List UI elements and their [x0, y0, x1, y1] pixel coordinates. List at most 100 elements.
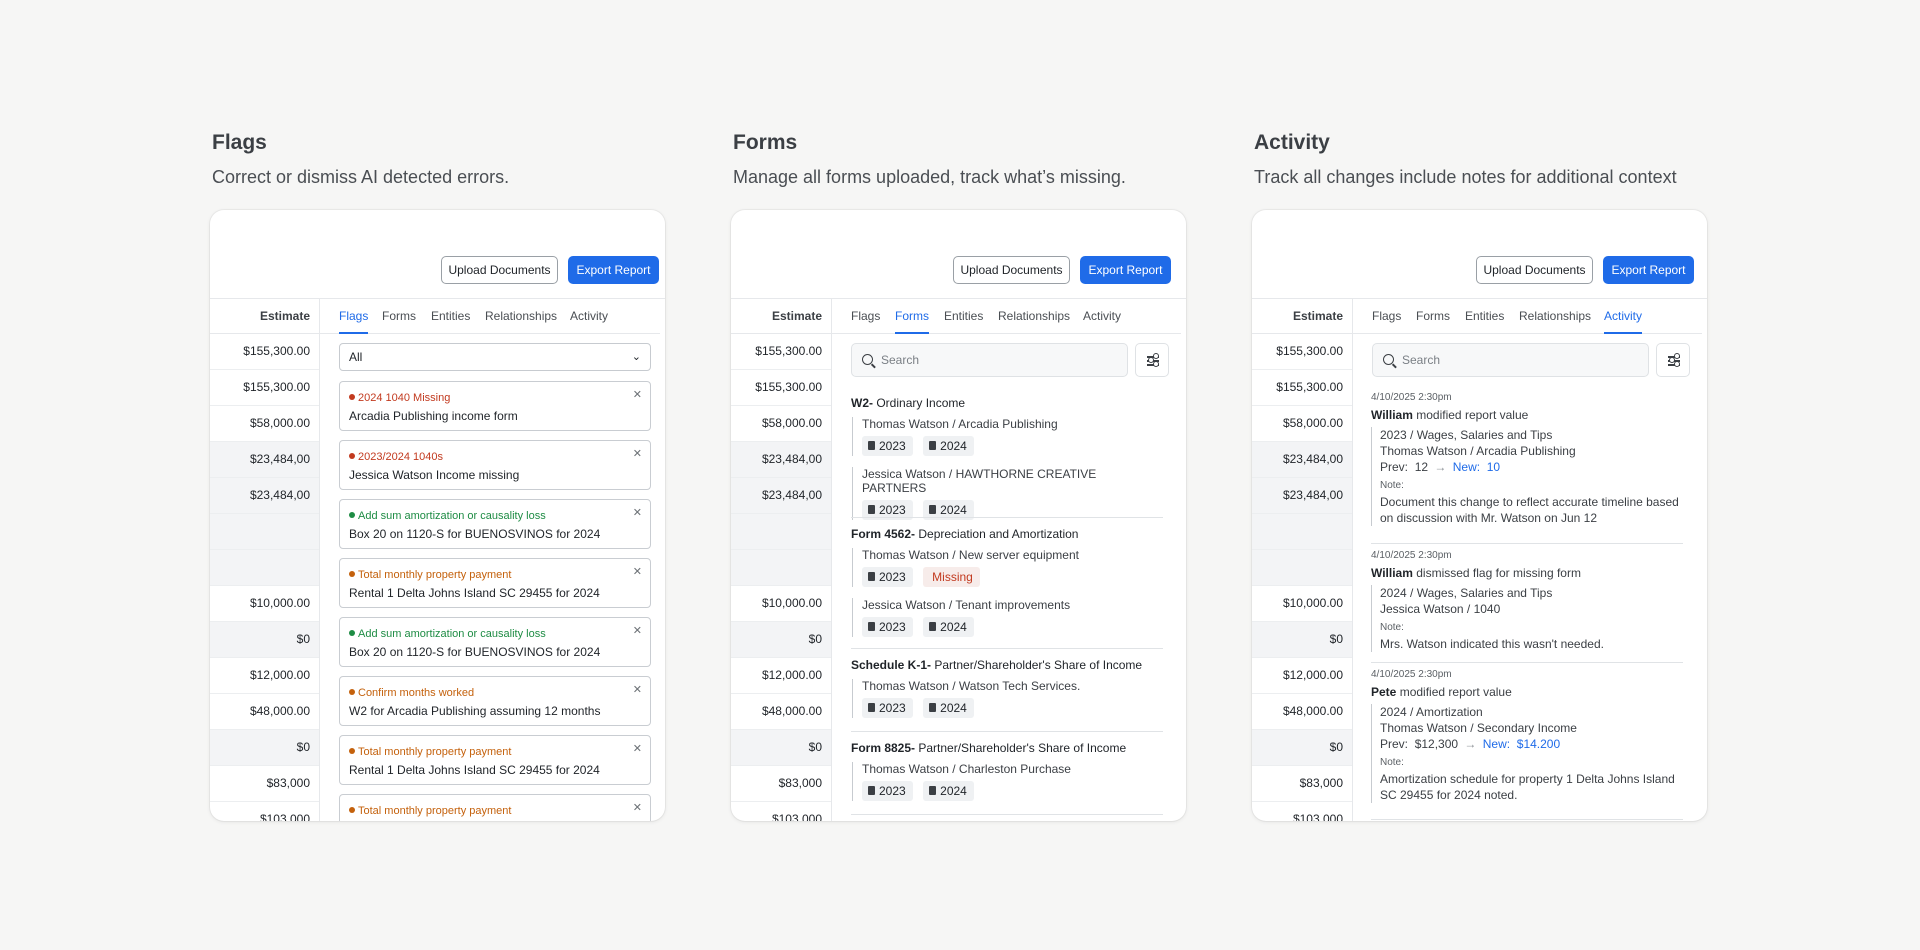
value-change: Prev: 12 → New: 10: [1380, 460, 1501, 474]
year-chip[interactable]: 2023: [862, 436, 913, 456]
estimate-header: Estimate: [731, 299, 831, 334]
form-entry[interactable]: Thomas Watson / Watson Tech Services. 20…: [852, 679, 1163, 718]
note-text: Amortization schedule for property 1 Del…: [1380, 772, 1675, 802]
top-bar: Upload Documents Export Report: [731, 210, 1186, 299]
year-chip[interactable]: 2023: [862, 567, 913, 587]
estimate-cell: [1252, 550, 1352, 586]
estimate-column: Estimate $155,300.00 $155,300.00 $58,000…: [1252, 299, 1353, 821]
close-icon[interactable]: ✕: [633, 742, 642, 755]
flag-description: Box 20 on 1120-S for BUENOSVINOS for 202…: [349, 527, 601, 541]
close-icon[interactable]: ✕: [633, 447, 642, 460]
flag-description: Jessica Watson Income missing: [349, 468, 520, 482]
flag-card[interactable]: 2024 1040 Missing Arcadia Publishing inc…: [339, 381, 651, 431]
note-label: Note:: [1380, 480, 1404, 491]
year-chip[interactable]: 2024: [923, 698, 974, 718]
estimate-cell: $0: [731, 730, 831, 766]
tab-flags[interactable]: Flags: [339, 299, 369, 334]
form-code: Form 4562-: [851, 527, 916, 541]
year-chip[interactable]: 2024: [923, 781, 974, 801]
chevron-down-icon: ⌄: [631, 351, 641, 363]
form-entry[interactable]: Thomas Watson / New server equipment 202…: [852, 548, 1163, 587]
tab-entities[interactable]: Entities: [944, 299, 983, 334]
form-entry-owner: Jessica Watson / HAWTHORNE CREATIVE PART…: [862, 467, 1097, 495]
form-entry[interactable]: Jessica Watson / HAWTHORNE CREATIVE PART…: [852, 467, 1163, 520]
flag-filter-select[interactable]: All ⌄: [339, 343, 651, 371]
document-icon: [868, 622, 875, 631]
flag-card[interactable]: Total monthly property payment ✕: [339, 794, 651, 821]
flag-description: Arcadia Publishing income form: [349, 409, 518, 423]
export-report-button[interactable]: Export Report: [1603, 256, 1694, 284]
document-icon: [929, 441, 937, 450]
activity-entry[interactable]: 4/10/2025 2:30pm William dismissed flag …: [1371, 550, 1683, 652]
year-chip[interactable]: 2023: [862, 617, 913, 637]
divider: [1371, 662, 1683, 663]
close-icon[interactable]: ✕: [633, 565, 642, 578]
upload-documents-button[interactable]: Upload Documents: [953, 256, 1070, 284]
flag-card[interactable]: Add sum amortization or causality loss B…: [339, 617, 651, 667]
close-icon[interactable]: ✕: [633, 624, 642, 637]
tab-relationships[interactable]: Relationships: [998, 299, 1070, 334]
tab-activity[interactable]: Activity: [570, 299, 608, 334]
tab-relationships[interactable]: Relationships: [485, 299, 557, 334]
flag-card[interactable]: Confirm months worked W2 for Arcadia Pub…: [339, 676, 651, 726]
year-chip[interactable]: 2024: [923, 436, 974, 456]
estimate-cell: [1252, 514, 1352, 550]
divider: [1371, 543, 1683, 544]
close-icon[interactable]: ✕: [633, 388, 642, 401]
activity-entry[interactable]: 4/10/2025 2:30pm William modified report…: [1371, 392, 1683, 526]
close-icon[interactable]: ✕: [633, 683, 642, 696]
search-input[interactable]: Search: [851, 343, 1128, 377]
form-group: Form 8825- Partner/Shareholder's Share o…: [851, 741, 1163, 801]
prev-value: 12: [1414, 460, 1429, 474]
tab-flags[interactable]: Flags: [851, 299, 880, 334]
close-icon[interactable]: ✕: [633, 801, 642, 814]
filter-button[interactable]: [1656, 343, 1690, 377]
tab-entities[interactable]: Entities: [431, 299, 470, 334]
estimate-cell: $58,000.00: [210, 406, 319, 442]
year-chip[interactable]: 2023: [862, 781, 913, 801]
estimate-cell: $12,000.00: [210, 658, 319, 694]
tab-flags[interactable]: Flags: [1372, 299, 1401, 334]
search-input[interactable]: Search: [1372, 343, 1649, 377]
flag-card[interactable]: 2023/2024 1040s Jessica Watson Income mi…: [339, 440, 651, 490]
form-entry[interactable]: Jessica Watson / Tenant improvements 202…: [852, 598, 1163, 637]
tab-forms[interactable]: Forms: [1416, 299, 1450, 334]
document-icon: [929, 703, 937, 712]
missing-badge[interactable]: Missing: [923, 567, 980, 587]
form-group: Form 4562- Depreciation and Amortization…: [851, 527, 1163, 637]
year-chip[interactable]: 2024: [923, 617, 974, 637]
form-entry[interactable]: Thomas Watson / Arcadia Publishing 2023 …: [852, 417, 1163, 456]
form-name: Depreciation and Amortization: [918, 527, 1079, 541]
filter-button[interactable]: [1135, 343, 1169, 377]
tab-forms[interactable]: Forms: [895, 299, 929, 334]
estimate-header: Estimate: [210, 299, 319, 334]
flag-card[interactable]: Total monthly property payment Rental 1 …: [339, 735, 651, 785]
export-report-button[interactable]: Export Report: [568, 256, 659, 284]
form-entry[interactable]: Thomas Watson / Charleston Purchase 2023…: [852, 762, 1163, 801]
note-text: Mrs. Watson indicated this wasn't needed…: [1380, 637, 1604, 651]
export-report-button[interactable]: Export Report: [1080, 256, 1171, 284]
upload-documents-button[interactable]: Upload Documents: [441, 256, 558, 284]
flag-title: 2024 1040 Missing: [358, 392, 451, 404]
search-placeholder: Search: [1402, 353, 1441, 367]
new-value: $14.200: [1516, 737, 1561, 751]
tab-entities[interactable]: Entities: [1465, 299, 1504, 334]
year-chip[interactable]: 2023: [862, 698, 913, 718]
timestamp: 4/10/2025 2:30pm: [1371, 550, 1452, 561]
upload-documents-button[interactable]: Upload Documents: [1476, 256, 1593, 284]
estimate-cell: $155,300.00: [731, 370, 831, 406]
estimate-cell: $12,000.00: [1252, 658, 1352, 694]
estimate-cell: $103,000: [210, 802, 319, 821]
flag-card[interactable]: Add sum amortization or causality loss B…: [339, 499, 651, 549]
tab-activity[interactable]: Activity: [1604, 299, 1643, 334]
estimate-cell: $23,484,00: [210, 478, 319, 514]
close-icon[interactable]: ✕: [633, 506, 642, 519]
status-dot-icon: [349, 512, 355, 518]
tab-activity[interactable]: Activity: [1083, 299, 1121, 334]
flag-title: Add sum amortization or causality loss: [358, 510, 546, 522]
activity-entry[interactable]: 4/10/2025 2:30pm Pete modified report va…: [1371, 669, 1683, 803]
flag-card[interactable]: Total monthly property payment Rental 1 …: [339, 558, 651, 608]
tab-forms[interactable]: Forms: [382, 299, 416, 334]
tab-relationships[interactable]: Relationships: [1519, 299, 1591, 334]
flag-title: Total monthly property payment: [358, 746, 512, 758]
